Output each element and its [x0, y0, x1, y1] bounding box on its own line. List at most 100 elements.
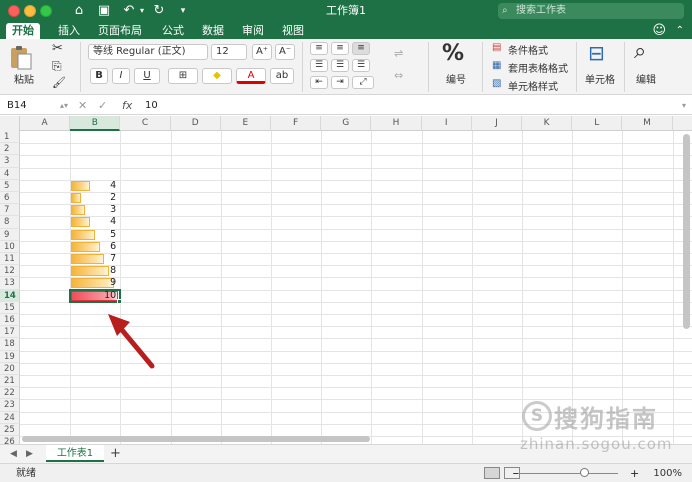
- borders-icon[interactable]: ⊞: [168, 68, 198, 84]
- row-header-8[interactable]: 8: [0, 216, 20, 229]
- prev-sheet-icon[interactable]: ◀: [10, 447, 17, 462]
- search-input[interactable]: ⌕ 搜索工作表: [498, 3, 684, 19]
- editing-label[interactable]: 编辑: [636, 71, 656, 86]
- row-header-25[interactable]: 25: [0, 423, 20, 436]
- cell-b7[interactable]: 3: [70, 204, 116, 216]
- tab-home[interactable]: 开始: [6, 23, 40, 39]
- underline-button[interactable]: U: [134, 68, 160, 84]
- column-header-h[interactable]: H: [371, 116, 422, 131]
- cancel-icon[interactable]: ✕: [78, 98, 87, 113]
- decrease-font-icon[interactable]: A⁻: [275, 44, 295, 60]
- tab-insert[interactable]: 插入: [52, 23, 86, 39]
- close-window-button[interactable]: [8, 5, 20, 17]
- font-color-icon[interactable]: A: [236, 68, 266, 84]
- row-header-12[interactable]: 12: [0, 265, 20, 278]
- vertical-scrollbar[interactable]: [683, 134, 690, 329]
- row-header-10[interactable]: 10: [0, 240, 20, 253]
- confirm-icon[interactable]: ✓: [98, 98, 107, 113]
- align-center-icon[interactable]: ☰: [331, 59, 349, 72]
- italic-button[interactable]: I: [112, 68, 130, 84]
- paste-label[interactable]: 粘贴: [14, 71, 34, 86]
- cell-b8[interactable]: 4: [70, 216, 116, 228]
- column-header-g[interactable]: G: [321, 116, 372, 131]
- fill-color-icon[interactable]: ◆: [202, 68, 232, 84]
- row-header-16[interactable]: 16: [0, 314, 20, 327]
- row-header-20[interactable]: 20: [0, 362, 20, 375]
- conditional-format-button[interactable]: 条件格式: [508, 42, 548, 57]
- add-sheet-icon[interactable]: +: [110, 445, 121, 462]
- cells-icon[interactable]: ⊟: [588, 41, 605, 65]
- row-header-2[interactable]: 2: [0, 143, 20, 156]
- undo-dropdown-icon[interactable]: ▾: [133, 2, 151, 20]
- normal-view-icon[interactable]: [484, 467, 500, 479]
- next-sheet-icon[interactable]: ▶: [26, 447, 33, 462]
- cell-b11[interactable]: 7: [70, 253, 116, 265]
- cell-b10[interactable]: 6: [70, 241, 116, 253]
- percent-icon[interactable]: %: [442, 41, 464, 66]
- row-header-4[interactable]: 4: [0, 167, 20, 180]
- name-box[interactable]: B14: [4, 98, 64, 113]
- column-header-b[interactable]: B: [70, 116, 121, 131]
- increase-indent-icon[interactable]: ⇥: [331, 76, 349, 89]
- horizontal-scrollbar[interactable]: [22, 436, 370, 442]
- row-header-11[interactable]: 11: [0, 253, 20, 266]
- increase-font-icon[interactable]: A⁺: [252, 44, 272, 60]
- cell-b5[interactable]: 4: [70, 180, 116, 192]
- cell-style-button[interactable]: 单元格样式: [508, 78, 558, 93]
- tab-formulas[interactable]: 公式: [156, 23, 190, 39]
- text-orientation-icon[interactable]: ⤢: [352, 76, 374, 89]
- row-header-23[interactable]: 23: [0, 399, 20, 412]
- column-header-e[interactable]: E: [221, 116, 271, 131]
- row-header-21[interactable]: 21: [0, 375, 20, 388]
- feedback-smiley-icon[interactable]: ☺: [652, 22, 666, 39]
- merge-cells-icon[interactable]: ⇔: [394, 69, 403, 82]
- number-format-label[interactable]: 编号: [446, 71, 466, 86]
- row-header-26[interactable]: 26: [0, 436, 20, 444]
- font-size-select[interactable]: 12: [211, 44, 247, 60]
- table-format-button[interactable]: 套用表格格式: [508, 60, 568, 75]
- row-header-15[interactable]: 15: [0, 301, 20, 314]
- row-header-5[interactable]: 5: [0, 179, 20, 192]
- row-header-7[interactable]: 7: [0, 204, 20, 217]
- row-header-13[interactable]: 13: [0, 277, 20, 290]
- home-icon[interactable]: ⌂: [70, 2, 88, 20]
- minimize-window-button[interactable]: [24, 5, 36, 17]
- tab-view[interactable]: 视图: [276, 23, 310, 39]
- sheet-tab-1[interactable]: 工作表1: [46, 445, 104, 462]
- row-header-3[interactable]: 3: [0, 155, 20, 168]
- tab-page-layout[interactable]: 页面布局: [92, 23, 148, 39]
- tab-data[interactable]: 数据: [196, 23, 230, 39]
- align-middle-icon[interactable]: ≡: [331, 42, 349, 55]
- column-header-j[interactable]: J: [472, 116, 522, 131]
- row-header-6[interactable]: 6: [0, 192, 20, 205]
- bold-button[interactable]: B: [90, 68, 108, 84]
- column-header-c[interactable]: C: [120, 116, 171, 131]
- column-header-m[interactable]: M: [622, 116, 673, 131]
- maximize-window-button[interactable]: [40, 5, 52, 17]
- wrap-text-icon[interactable]: ⇌: [394, 47, 403, 60]
- row-header-24[interactable]: 24: [0, 411, 20, 424]
- zoom-slider[interactable]: [518, 473, 618, 474]
- zoom-in-icon[interactable]: +: [630, 464, 639, 482]
- column-header-d[interactable]: D: [171, 116, 221, 131]
- decrease-indent-icon[interactable]: ⇤: [310, 76, 328, 89]
- worksheet-grid[interactable]: ABCDEFGHIJKLM 1 2 3 4 5 6 7 8 9 10 11 12 13 14 15 16 17 1…: [0, 116, 692, 444]
- phonetic-icon[interactable]: ab: [270, 68, 294, 84]
- row-header-1[interactable]: 1: [0, 131, 20, 144]
- copy-icon[interactable]: ⎘: [52, 59, 62, 74]
- row-header-19[interactable]: 19: [0, 350, 20, 363]
- column-header-f[interactable]: F: [271, 116, 322, 131]
- row-header-9[interactable]: 9: [0, 228, 20, 241]
- column-header-i[interactable]: I: [422, 116, 472, 131]
- row-header-14[interactable]: 14: [0, 289, 20, 302]
- cells-label[interactable]: 单元格: [585, 71, 615, 86]
- column-header-k[interactable]: K: [522, 116, 573, 131]
- select-all-corner[interactable]: [0, 116, 20, 131]
- cell-b12[interactable]: 8: [70, 265, 116, 277]
- cell-b13[interactable]: 9: [70, 277, 116, 289]
- cut-icon[interactable]: ✂: [52, 41, 63, 56]
- tab-review[interactable]: 审阅: [236, 23, 270, 39]
- format-painter-icon[interactable]: 🖌: [52, 76, 66, 89]
- zoom-slider-knob[interactable]: [580, 468, 589, 477]
- align-top-icon[interactable]: ≡: [310, 42, 328, 55]
